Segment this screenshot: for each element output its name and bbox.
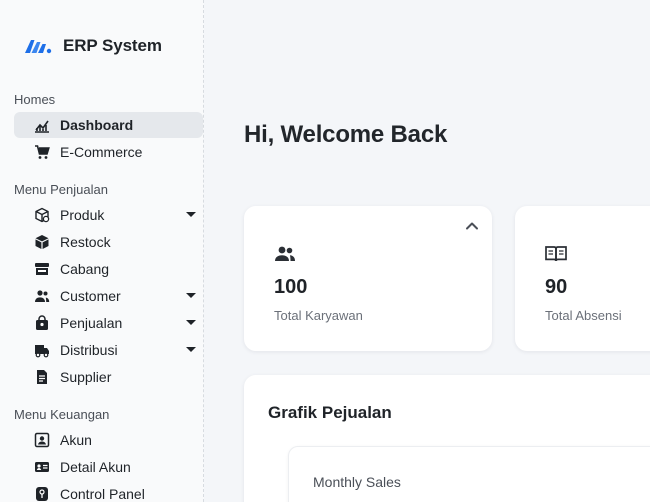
chevron-down-icon[interactable] [186,320,196,325]
stat-value: 90 [545,276,568,298]
stat-value: 100 [274,276,308,298]
sidebar-item-cabang[interactable]: Cabang [14,256,203,282]
inner-card-title: Monthly Sales [313,474,401,490]
stat-card-karyawan: 100 Total Karyawan [244,206,492,351]
page-title: Hi, Welcome Back [244,121,448,148]
cube-icon [34,234,50,250]
sidebar-item-label: Control Panel [60,486,145,502]
sidebar-item-detail-akun[interactable]: Detail Akun [14,454,203,480]
document-icon [34,369,50,385]
chevron-down-icon[interactable] [186,212,196,217]
users-icon [273,242,297,266]
sidebar-item-label: E-Commerce [60,144,143,160]
m-logo-icon [25,40,52,54]
sidebar-item-supplier[interactable]: Supplier [14,364,203,390]
stat-label: Total Absensi [545,308,622,323]
sidebar-item-label: Produk [60,207,105,223]
brand[interactable]: ERP System [24,34,162,58]
sidebar-item-label: Supplier [60,369,112,385]
sales-chart-card: Grafik Pejualan Monthly Sales [244,375,650,502]
store-icon [34,261,50,277]
shopping-bag-icon [34,315,50,331]
stat-label: Total Karyawan [274,308,363,323]
control-panel-icon [34,486,50,502]
chevron-down-icon[interactable] [186,347,196,352]
sidebar: ERP System Homes Dashboard E-Commerce Me… [0,0,204,502]
chevron-down-icon[interactable] [186,293,196,298]
stat-card-absensi: 90 Total Absensi [515,206,650,351]
sidebar-item-customer[interactable]: Customer [14,283,203,309]
sidebar-item-restock[interactable]: Restock [14,229,203,255]
sidebar-item-distribusi[interactable]: Distribusi [14,337,203,363]
section-title-keuangan: Menu Keuangan [14,407,110,422]
sidebar-item-produk[interactable]: Produk [14,202,203,228]
cart-icon [34,144,50,160]
sidebar-item-label: Cabang [60,261,110,277]
id-card-icon [34,459,50,475]
section-title-penjualan: Menu Penjualan [14,182,108,197]
sidebar-item-akun[interactable]: Akun [14,427,203,453]
monthly-sales-card: Monthly Sales [288,446,650,502]
sidebar-item-control-panel[interactable]: Control Panel [14,481,203,502]
sidebar-item-label: Customer [60,288,121,304]
sidebar-item-label: Penjualan [60,315,123,331]
sidebar-item-e-commerce[interactable]: E-Commerce [14,139,203,165]
brand-name: ERP System [63,36,162,55]
truck-icon [34,342,50,358]
users-icon [34,288,50,304]
chart-title: Grafik Pejualan [268,403,392,422]
sidebar-item-dashboard[interactable]: Dashboard [14,112,203,138]
sidebar-item-label: Restock [60,234,111,250]
sidebar-item-label: Detail Akun [60,459,131,475]
section-title-homes: Homes [14,92,56,107]
sidebar-item-penjualan[interactable]: Penjualan [14,310,203,336]
sidebar-item-label: Dashboard [60,117,134,133]
package-icon [34,207,50,223]
book-icon [544,242,568,266]
sidebar-item-label: Distribusi [60,342,118,358]
account-box-icon [34,432,50,448]
chevron-up-icon[interactable] [464,218,480,234]
sidebar-item-label: Akun [60,432,92,448]
chart-line-icon [34,117,50,133]
